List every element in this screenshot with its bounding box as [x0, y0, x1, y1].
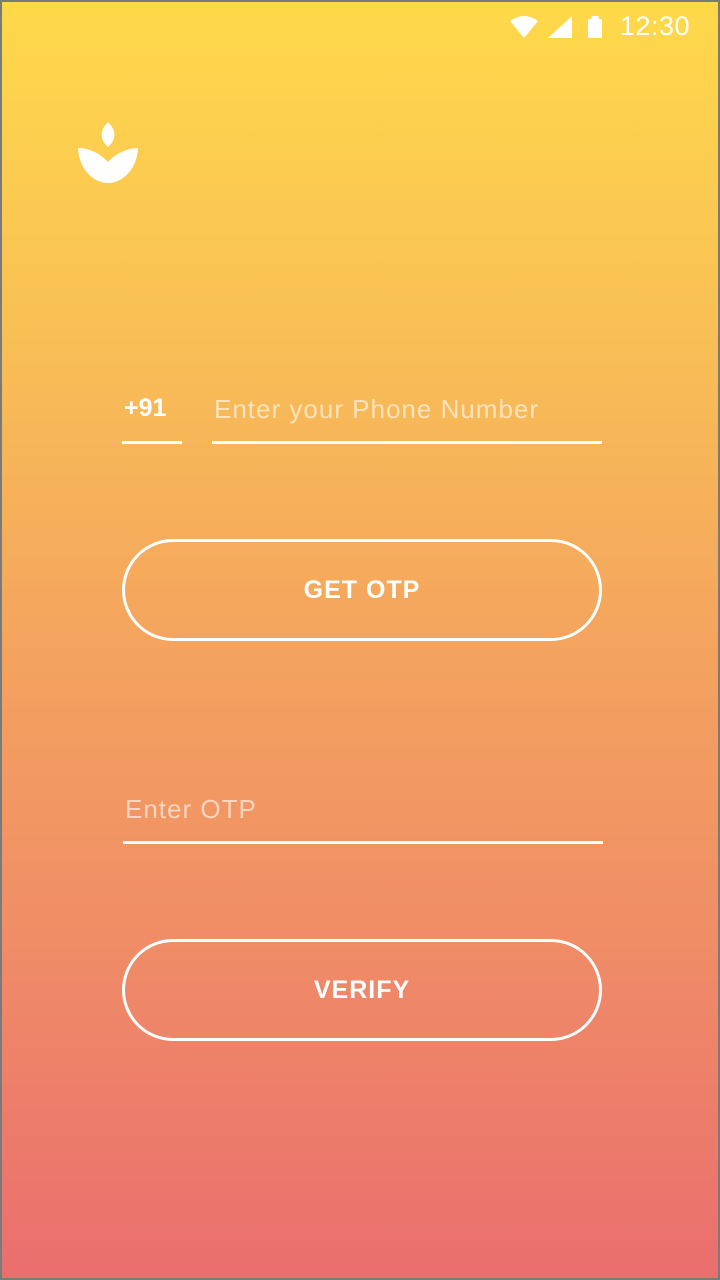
phone-number-input[interactable]: [212, 388, 602, 444]
country-code[interactable]: +91: [122, 390, 182, 444]
otp-input[interactable]: [123, 788, 603, 844]
cellular-signal-icon: [548, 16, 572, 43]
get-otp-button[interactable]: GET OTP: [122, 539, 602, 641]
lotus-leaf-icon: [76, 120, 140, 189]
status-time: 12:30: [619, 11, 690, 41]
status-bar: 12:30: [2, 2, 718, 52]
verify-button[interactable]: VERIFY: [122, 939, 602, 1041]
wifi-icon: [510, 16, 538, 43]
battery-icon: [587, 16, 603, 43]
login-screen: 12:30 +91 GET OTP VERIFY: [0, 0, 720, 1280]
